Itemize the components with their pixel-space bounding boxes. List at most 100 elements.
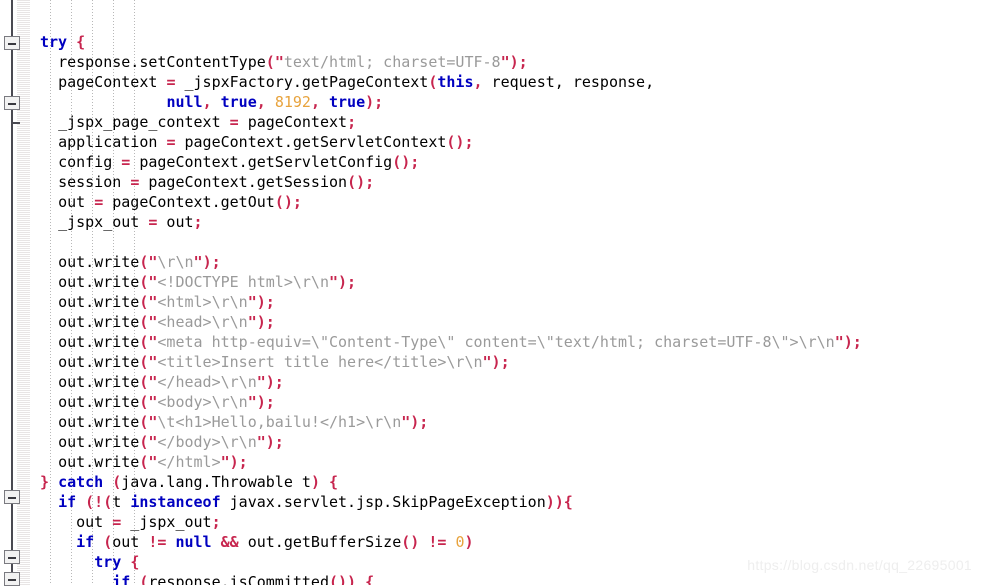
token-punc: ); [265, 433, 284, 451]
token-plain: _jspx_page_context [58, 113, 230, 131]
token-punc: , [256, 93, 266, 111]
token-kw: if [112, 573, 131, 585]
code-line[interactable]: out.write("<html>\r\n"); [40, 292, 982, 312]
token-str: </body>\r\n [157, 433, 257, 451]
token-plain: pageContext.getOut [103, 193, 275, 211]
token-punc: ); [338, 273, 357, 291]
code-line[interactable]: _jspx_page_context = pageContext; [40, 112, 982, 132]
token-punc: , [202, 93, 212, 111]
token-punc: (); [347, 173, 375, 191]
token-str: </head>\r\n [157, 373, 257, 391]
token-kw: true [329, 93, 366, 111]
token-punc: ); [202, 253, 221, 271]
token-plain: out [76, 513, 113, 531]
token-punc: ); [256, 293, 275, 311]
watermark-text: https://blog.csdn.net/qq_22695001 [747, 557, 972, 573]
code-line[interactable]: out.write("<body>\r\n"); [40, 392, 982, 412]
minus-icon [8, 43, 16, 45]
fold-collapse-icon[interactable] [4, 96, 20, 110]
token-plain: pageContext [58, 73, 167, 91]
code-line[interactable]: out.write("\r\n"); [40, 252, 982, 272]
token-plain: config [58, 153, 122, 171]
token-punc: ); [491, 353, 510, 371]
token-plain: pageContext.getSession [139, 173, 348, 191]
fold-collapse-icon[interactable] [4, 490, 20, 504]
token-str: <title>Insert title here</title>\r\n [157, 353, 483, 371]
token-plain: out.write [58, 373, 140, 391]
code-line[interactable]: pageContext = _jspxFactory.getPageContex… [40, 72, 982, 92]
token-str: \r\n [157, 253, 194, 271]
fold-collapse-icon[interactable] [4, 550, 20, 564]
code-line[interactable]: out = _jspx_out; [40, 512, 982, 532]
token-punc: ; [211, 513, 221, 531]
token-kw: try [40, 33, 68, 51]
code-line[interactable]: if (response.isCommitted()) { [40, 572, 982, 585]
code-line[interactable]: response.setContentType("text/html; char… [40, 52, 982, 72]
editor-folding-gutter[interactable] [0, 0, 32, 586]
token-kw: this [437, 73, 474, 91]
code-line[interactable]: out.write("<head>\r\n"); [40, 312, 982, 332]
token-punc: ); [509, 53, 528, 71]
token-plain: _jspx_out [121, 513, 212, 531]
token-plain: _jspxFactory.getPageContext [175, 73, 429, 91]
code-line[interactable]: } catch (java.lang.Throwable t) { [40, 472, 982, 492]
token-punc: ( [112, 473, 122, 491]
token-punc: (); [446, 133, 474, 151]
code-line[interactable]: if (!(t instanceof javax.servlet.jsp.Ski… [40, 492, 982, 512]
code-text-area[interactable]: try { response.setContentType("text/html… [40, 0, 982, 585]
token-punc: " [482, 353, 492, 371]
fold-collapse-icon[interactable] [4, 36, 20, 50]
token-str: <html>\r\n [157, 293, 248, 311]
token-plain: _jspx_out [58, 213, 149, 231]
code-line[interactable]: try { [40, 32, 982, 52]
token-plain: out.write [58, 253, 140, 271]
code-line[interactable]: null, true, 8192, true); [40, 92, 982, 112]
token-punc: " [401, 413, 411, 431]
token-plain: pageContext.getServletConfig [130, 153, 393, 171]
token-str: </html> [157, 453, 221, 471]
token-punc: " [220, 453, 230, 471]
code-line[interactable]: if (out != null && out.getBufferSize() !… [40, 532, 982, 552]
code-line[interactable]: application = pageContext.getServletCont… [40, 132, 982, 152]
code-line-list[interactable]: try { response.setContentType("text/html… [40, 32, 982, 585]
token-plain: javax.servlet.jsp.SkipPageException [220, 493, 546, 511]
code-line[interactable]: out.write("</head>\r\n"); [40, 372, 982, 392]
code-line[interactable]: out.write("<meta http-equiv=\"Content-Ty… [40, 332, 982, 352]
code-line[interactable]: out.write("<title>Insert title here</tit… [40, 352, 982, 372]
token-punc: = [229, 113, 239, 131]
token-punc: } [40, 473, 50, 491]
token-num: 8192 [274, 93, 311, 111]
code-line[interactable]: out.write("\t<h1>Hello,bailu!</h1>\r\n")… [40, 412, 982, 432]
token-plain: out [157, 213, 194, 231]
code-line[interactable]: out.write("<!DOCTYPE html>\r\n"); [40, 272, 982, 292]
token-plain: out.getBufferSize [238, 533, 402, 551]
code-line[interactable]: config = pageContext.getServletConfig(); [40, 152, 982, 172]
token-plain: pageContext.getServletContext [175, 133, 447, 151]
fold-collapse-icon[interactable] [4, 572, 20, 586]
code-line[interactable]: session = pageContext.getSession(); [40, 172, 982, 192]
token-plain: pageContext [238, 113, 348, 131]
token-punc: = [130, 173, 140, 191]
code-line[interactable]: out = pageContext.getOut(); [40, 192, 982, 212]
code-line[interactable] [40, 232, 982, 252]
token-kw: catch [58, 473, 104, 491]
token-plain: request, response, [482, 73, 655, 91]
token-punc: (); [274, 193, 302, 211]
token-plain: out.write [58, 313, 140, 331]
token-punc: ()) [329, 573, 357, 585]
code-line[interactable]: out.write("</html>"); [40, 452, 982, 472]
code-line[interactable]: out.write("</body>\r\n"); [40, 432, 982, 452]
code-line[interactable]: _jspx_out = out; [40, 212, 982, 232]
token-punc: " [274, 53, 284, 71]
